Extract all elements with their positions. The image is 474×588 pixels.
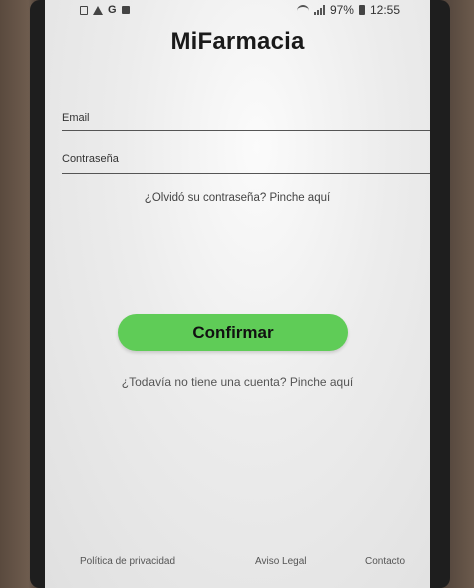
- legal-notice-link[interactable]: Aviso Legal: [255, 556, 307, 567]
- notification-icons: G: [80, 4, 130, 16]
- status-bar: G 97% 12:55: [45, 0, 430, 22]
- register-link[interactable]: ¿Todavía no tiene una cuenta? Pinche aqu…: [45, 375, 430, 389]
- signal-icon: [313, 5, 325, 15]
- app-screen: G 97% 12:55 MiFarmacia Email Contraseña …: [45, 0, 430, 588]
- privacy-policy-link[interactable]: Política de privacidad: [80, 556, 175, 567]
- contact-link[interactable]: Contacto: [365, 556, 405, 567]
- password-field-label: Contraseña: [62, 153, 119, 165]
- email-field-label: Email: [62, 112, 90, 124]
- google-icon: G: [108, 4, 117, 16]
- image-icon: [80, 5, 88, 15]
- confirm-button[interactable]: Confirmar: [118, 314, 348, 351]
- email-field[interactable]: [62, 130, 430, 131]
- app-title: MiFarmacia: [170, 28, 305, 55]
- password-field[interactable]: [62, 173, 430, 174]
- wifi-icon: [296, 4, 309, 16]
- battery-percent: 97%: [329, 3, 354, 17]
- warning-icon: [93, 5, 103, 15]
- system-status: 97% 12:55: [296, 3, 400, 17]
- battery-icon: [358, 5, 365, 15]
- forgot-password-link[interactable]: ¿Olvidó su contraseña? Pinche aquí: [45, 192, 430, 204]
- clock: 12:55: [369, 3, 400, 17]
- bag-icon: [121, 6, 130, 14]
